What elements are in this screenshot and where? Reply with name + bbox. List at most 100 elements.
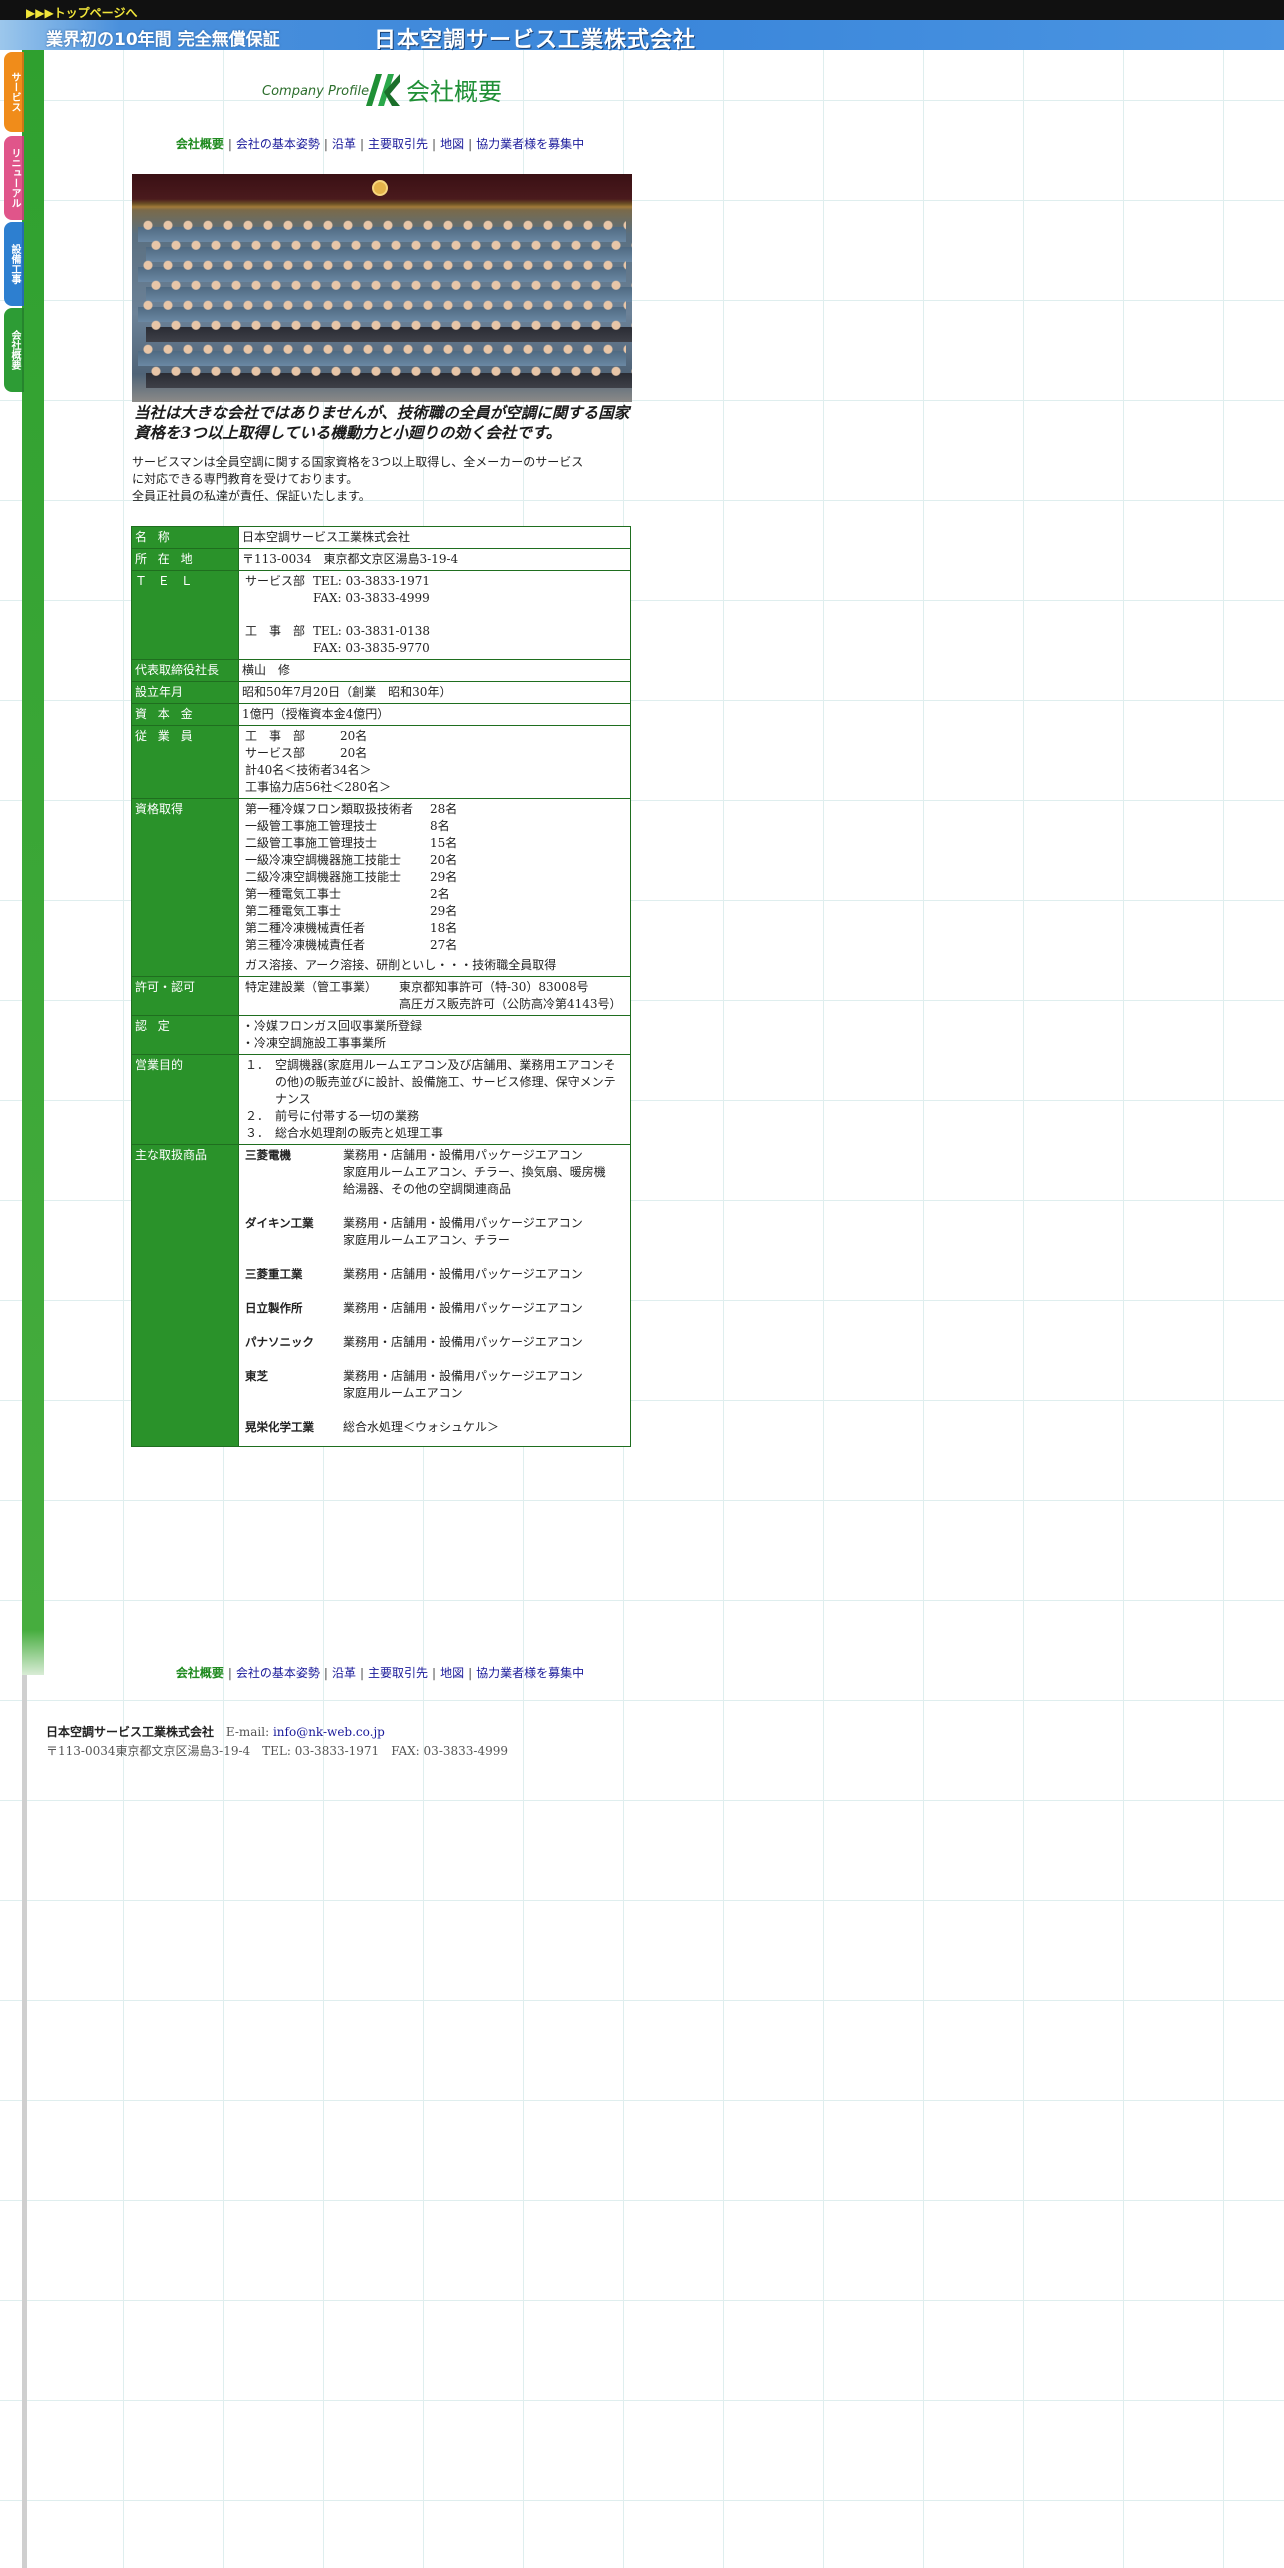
license-type: 特定建設業（管工事業）	[245, 980, 378, 994]
license-item: 東京都知事許可（特-30）83008号	[399, 980, 589, 994]
footer-company: 日本空調サービス工業株式会社	[46, 1725, 215, 1739]
header-banner: 業界初の10年間 完全無償保証 日本空調サービス工業株式会社	[0, 20, 1284, 53]
row-label: 資本金	[135, 707, 204, 721]
company-info-table: 名称 日本空調サービス工業株式会社 所在地 〒113-0034 東京都文京区湯島…	[131, 526, 631, 1447]
nav-link-clients[interactable]: 主要取引先	[368, 1666, 428, 1680]
side-tab-construction[interactable]: 設備工事	[4, 222, 24, 306]
list-item: 第一種電気工事士 2名	[245, 887, 450, 901]
nav-link-map[interactable]: 地図	[440, 137, 464, 151]
top-bar: ▶▶▶トップページへ	[0, 0, 1284, 20]
license-item: 高圧ガス販売許可（公防高冷第4143号）	[399, 997, 622, 1011]
page-title-en: Company Profile	[262, 84, 370, 99]
side-tab-service[interactable]: サービス	[4, 52, 24, 132]
product-maker: 三菱電機 業務用・店舗用・設備用パッケージエアコン 家庭用ルームエアコン、チラー、換…	[245, 1148, 606, 1196]
list-item: 二級冷凍空調機器施工技能士 29名	[245, 870, 458, 884]
product-maker: 日立製作所 業務用・店舗用・設備用パッケージエアコン	[245, 1301, 583, 1315]
nav-current: 会社概要	[175, 1666, 224, 1680]
tel-dept: 工 事 部	[245, 624, 306, 638]
nav-link-policy[interactable]: 会社の基本姿勢	[236, 137, 320, 151]
tel-number: TEL: 03-3831-0138	[313, 624, 431, 638]
row-label: 代表取締役社長	[131, 659, 239, 682]
employee-count: 20名	[340, 729, 368, 743]
intro-line: 全員正社員の私達が責任、保証いたします。	[132, 489, 371, 503]
row-label: 営業目的	[131, 1054, 239, 1145]
list-item: ３． 総合水処理剤の販売と処理工事	[245, 1126, 444, 1140]
ceo-name: 横山 修	[238, 659, 631, 682]
nav-link-clients[interactable]: 主要取引先	[368, 137, 428, 151]
employee-count: 20名	[340, 746, 368, 760]
company-name: 日本空調サービス工業株式会社	[238, 526, 631, 549]
company-logo[interactable]: 日本空調サービス工業株式会社	[374, 22, 696, 54]
product-maker: ダイキン工業 業務用・店舗用・設備用パッケージエアコン 家庭用ルームエアコン、チラー	[245, 1216, 583, 1247]
address: 〒113-0034 東京都文京区湯島3-19-4	[238, 548, 631, 571]
row-label: ＴＥＬ	[135, 574, 204, 588]
row-label: 従業員	[135, 729, 204, 743]
license-cell: 特定建設業（管工事業） 東京都知事許可（特-30）83008号 高圧ガス販売許可…	[238, 976, 631, 1016]
qualification-note: ガス溶接、アーク溶接、研削といし・・・技術職全員取得	[245, 958, 557, 972]
list-item: 二級管工事施工管理技士 15名	[245, 836, 458, 850]
section-nav-top: 会社概要 | 会社の基本姿勢 | 沿革 | 主要取引先 | 地図 | 協力業者様を募集中	[175, 137, 585, 151]
footer-email-label: E-mail:	[225, 1725, 270, 1739]
fax-number: FAX: 03-3835-9770	[313, 641, 430, 655]
list-item: ２． 前号に付帯する一切の業務	[245, 1109, 420, 1123]
list-item: 第二種電気工事士 29名	[245, 904, 458, 918]
employees-total: 計40名＜技術者34名＞	[245, 763, 372, 777]
table-row: 設立年月 昭和50年7月20日（創業 昭和30年）	[131, 681, 631, 704]
employees-cell: 工 事 部 20名 サービス部 20名 計40名＜技術者34名＞ 工事協力店56社＜…	[238, 725, 631, 799]
intro-text: サービスマンは全員空調に関する国家資格を3つ以上取得し、全メーカーのサービス に…	[132, 454, 632, 505]
table-row: 営業目的 １． 空調機器(家庭用ルームエアコン及び店舗用、業務用エアコンその他)の…	[131, 1054, 631, 1145]
nav-link-history[interactable]: 沿革	[332, 137, 356, 151]
employees-partners: 工事協力店56社＜280名＞	[245, 780, 392, 794]
fax-number: FAX: 03-3833-4999	[313, 591, 430, 605]
table-row: ＴＥＬ サービス部 TEL: 03-3833-1971 FAX: 03-3833-…	[131, 570, 631, 660]
nav-link-partners[interactable]: 協力業者様を募集中	[476, 1666, 584, 1680]
intro-line: サービスマンは全員空調に関する国家資格を3つ以上取得し、全メーカーのサービス	[132, 455, 584, 469]
top-page-link[interactable]: ▶▶▶トップページへ	[26, 4, 137, 21]
list-item: 第三種冷凍機械責任者 27名	[245, 938, 458, 952]
footer-address: 〒113-0034東京都文京区湯島3-19-4 TEL: 03-3833-197…	[46, 1744, 509, 1758]
founded: 昭和50年7月20日（創業 昭和30年）	[238, 681, 631, 704]
nav-link-map[interactable]: 地図	[440, 1666, 464, 1680]
tel-cell: サービス部 TEL: 03-3833-1971 FAX: 03-3833-4999…	[238, 570, 631, 660]
side-tab-company[interactable]: 会社概要	[4, 308, 24, 392]
product-maker: 晃栄化学工業 総合水処理＜ウォシュケル＞	[245, 1420, 500, 1434]
cert-cell: ・冷媒フロンガス回収事業所登録 ・冷凍空調施設工事事業所	[238, 1015, 631, 1055]
qualifications-cell: 第一種冷媒フロン類取扱技術者 28名 一級管工事施工管理技士 8名 二級管工事施工管…	[238, 798, 631, 977]
product-maker: パナソニック 業務用・店舗用・設備用パッケージエアコン	[245, 1335, 583, 1349]
table-row: 資本金 1億円（授権資本金4億円）	[131, 703, 631, 726]
row-label: 設立年月	[131, 681, 239, 704]
list-item: 一級管工事施工管理技士 8名	[245, 819, 450, 833]
row-label: 主な取扱商品	[131, 1144, 239, 1447]
crest-icon	[372, 180, 388, 196]
footer-email-link[interactable]: info@nk-web.co.jp	[273, 1725, 385, 1739]
nav-link-partners[interactable]: 協力業者様を募集中	[476, 137, 584, 151]
capital: 1億円（授権資本金4億円）	[238, 703, 631, 726]
purpose-cell: １． 空調機器(家庭用ルームエアコン及び店舗用、業務用エアコンその他)の販売並びに…	[238, 1054, 631, 1145]
nav-link-history[interactable]: 沿革	[332, 1666, 356, 1680]
row-label: 名称	[135, 530, 181, 544]
tel-number: TEL: 03-3833-1971	[313, 574, 431, 588]
row-label: 所在地	[135, 552, 204, 566]
employee-dept: サービス部	[245, 746, 306, 760]
employee-dept: 工 事 部	[245, 729, 306, 743]
row-label: 資格取得	[131, 798, 239, 977]
page-title-ja: 会社概要	[406, 78, 502, 106]
banner-slogan: 業界初の10年間 完全無償保証	[46, 30, 280, 50]
table-row: 代表取締役社長 横山 修	[131, 659, 631, 682]
staff-group-photo	[132, 174, 632, 402]
nk-logo-icon	[366, 74, 400, 106]
table-row: 資格取得 第一種冷媒フロン類取扱技術者 28名 一級管工事施工管理技士 8名 二級管…	[131, 798, 631, 977]
row-label: 許可・認可	[131, 976, 239, 1016]
cert-item: ・冷媒フロンガス回収事業所登録	[242, 1019, 423, 1033]
nav-link-policy[interactable]: 会社の基本姿勢	[236, 1666, 320, 1680]
footer: 日本空調サービス工業株式会社 E-mail: info@nk-web.co.jp…	[46, 1723, 508, 1761]
product-maker: 東芝 業務用・店舗用・設備用パッケージエアコン 家庭用ルームエアコン	[245, 1369, 583, 1400]
table-row: 名称 日本空調サービス工業株式会社	[131, 526, 631, 549]
table-row: 認定 ・冷媒フロンガス回収事業所登録 ・冷凍空調施設工事事業所	[131, 1015, 631, 1055]
table-row: 従業員 工 事 部 20名 サービス部 20名 計40名＜技術者34名＞ 工事協力店…	[131, 725, 631, 799]
table-row: 主な取扱商品 三菱電機 業務用・店舗用・設備用パッケージエアコン 家庭用ルームエアコ…	[131, 1144, 631, 1447]
list-item: 第二種冷凍機械責任者 18名	[245, 921, 458, 935]
green-side-strip	[22, 50, 44, 1675]
list-item: 第一種冷媒フロン類取扱技術者 28名	[245, 802, 458, 816]
headline: 当社は大きな会社ではありませんが、技術職の全員が空調に関する国家資格を3つ以上取…	[134, 403, 630, 442]
